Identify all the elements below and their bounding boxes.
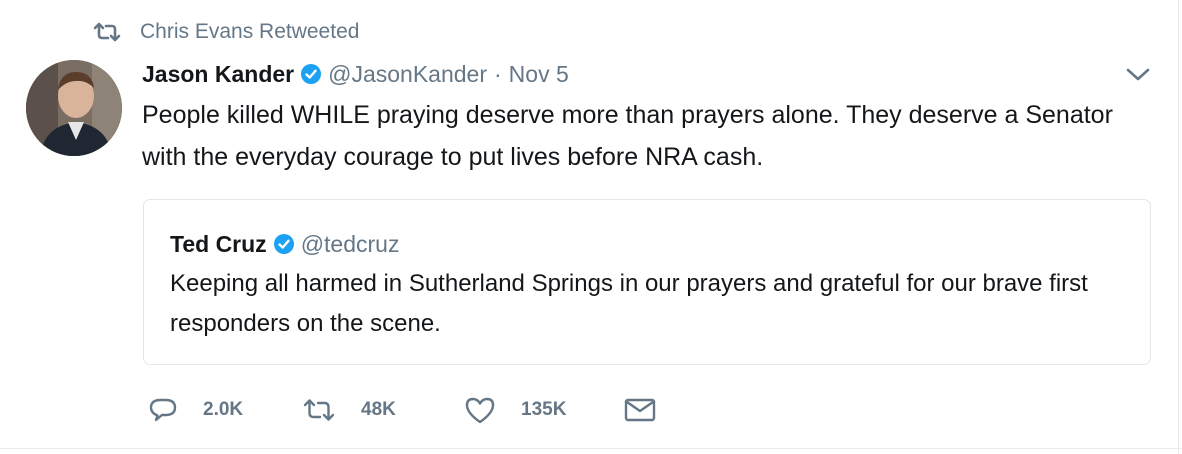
retweet-context: Chris Evans Retweeted [92, 19, 359, 45]
quoted-author-handle: @tedcruz [300, 230, 400, 257]
reply-icon [148, 395, 178, 425]
retweet-context-text[interactable]: Chris Evans Retweeted [140, 20, 359, 44]
direct-message-button[interactable] [624, 397, 656, 423]
like-count: 135K [521, 399, 567, 420]
quoted-author-name: Ted Cruz [170, 230, 267, 257]
quoted-tweet-text: Keeping all harmed in Sutherland Springs… [170, 270, 1088, 337]
tweet-header: Jason Kander @JasonKander · Nov 5 [142, 57, 569, 91]
quoted-tweet[interactable]: Ted Cruz @tedcruz Keeping all harmed in … [143, 199, 1151, 365]
envelope-icon [624, 397, 656, 423]
retweet-count: 48K [361, 399, 396, 420]
avatar[interactable] [26, 60, 122, 156]
tweet-timestamp[interactable]: Nov 5 [509, 61, 569, 88]
like-button[interactable]: 135K [464, 395, 624, 425]
quoted-tweet-header: Ted Cruz @tedcruz [170, 227, 399, 261]
retweet-icon [302, 397, 336, 423]
verified-badge-icon [300, 63, 322, 85]
retweet-button[interactable]: 48K [302, 397, 464, 423]
chevron-down-icon[interactable] [1124, 64, 1152, 86]
verified-badge-icon [273, 233, 295, 255]
retweet-icon [92, 19, 124, 45]
author-handle[interactable]: @JasonKander [328, 61, 487, 88]
separator-dot: · [494, 60, 502, 87]
reply-count: 2.0K [203, 399, 244, 420]
tweet-text: People killed WHILE praying deserve more… [142, 101, 1113, 171]
divider [0, 448, 1182, 449]
reply-button[interactable]: 2.0K [148, 395, 302, 425]
author-name[interactable]: Jason Kander [142, 61, 294, 88]
tweet[interactable]: Chris Evans Retweeted Jason Kander @Jaso… [0, 0, 1179, 454]
heart-icon [464, 395, 496, 425]
tweet-actions: 2.0K 48K 135K [148, 394, 656, 426]
